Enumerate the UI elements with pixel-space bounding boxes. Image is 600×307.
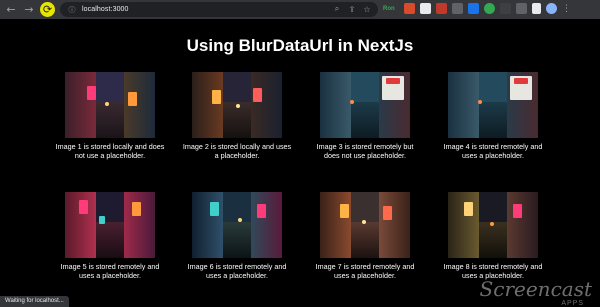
image-caption: Image 7 is stored remotely and uses a pl… <box>315 262 415 280</box>
extension-square-icon[interactable] <box>500 3 511 14</box>
image-card: Image 3 is stored remotely but does not … <box>317 72 413 160</box>
browser-window: ← → ⟳ ⌂ ⓘ localhost:3000 ⌕ ⇪ ☆ Ron ⋮ <box>0 0 600 307</box>
image-card: Image 6 is stored remotely and uses a pl… <box>188 192 286 280</box>
image-card: Image 2 is stored locally and uses a pla… <box>183 72 291 160</box>
puzzle-extensions-icon[interactable] <box>516 3 527 14</box>
image-card: Image 7 is stored remotely and uses a pl… <box>316 192 414 280</box>
extension-label[interactable]: Ron <box>383 6 399 12</box>
image-card: Image 8 is stored remotely and uses a pl… <box>444 192 542 280</box>
image-caption: Image 5 is stored remotely and uses a pl… <box>60 262 160 280</box>
watermark-brand: Screencast <box>479 277 592 301</box>
night-street-photo-5 <box>65 192 155 258</box>
bookmark-star-icon[interactable]: ☆ <box>362 4 372 14</box>
night-street-photo-8 <box>448 192 538 258</box>
extensions-bar: Ron ⋮ <box>383 3 571 14</box>
forward-arrow-icon[interactable]: → <box>22 3 36 17</box>
image-card: Image 4 is stored remotely and uses a pl… <box>444 72 542 160</box>
extension-red-icon[interactable] <box>404 3 415 14</box>
image-card: Image 5 is stored remotely and uses a pl… <box>61 192 159 280</box>
page-title: Using BlurDataUrl in NextJs <box>186 36 414 55</box>
image-caption: Image 2 is stored locally and uses a pla… <box>182 142 292 160</box>
image-caption: Image 6 is stored remotely and uses a pl… <box>187 262 287 280</box>
share-icon[interactable]: ⇪ <box>347 4 357 14</box>
url-text[interactable]: localhost:3000 <box>82 6 129 13</box>
search-icon[interactable]: ⌕ <box>332 4 342 14</box>
image-caption: Image 4 is stored remotely and uses a pl… <box>443 142 543 160</box>
browser-toolbar: ← → ⟳ ⌂ ⓘ localhost:3000 ⌕ ⇪ ☆ Ron ⋮ <box>0 0 600 19</box>
page-content: Using BlurDataUrl in NextJs Image 1 is s… <box>0 19 600 307</box>
extension-gray-icon[interactable] <box>420 3 431 14</box>
extension-pdf-icon[interactable] <box>436 3 447 14</box>
night-street-photo-4 <box>448 72 538 138</box>
image-card: Image 1 is stored locally and does not u… <box>56 72 164 160</box>
address-bar[interactable]: ⓘ localhost:3000 ⌕ ⇪ ☆ <box>60 2 378 17</box>
extension-green-icon[interactable] <box>484 3 495 14</box>
extension-dark-icon[interactable] <box>452 3 463 14</box>
status-bar: Waiting for localhost... <box>0 296 69 307</box>
extension-blue-icon[interactable] <box>468 3 479 14</box>
night-street-photo-7 <box>320 192 410 258</box>
watermark-sub: APPS <box>561 300 584 307</box>
night-street-photo-6 <box>192 192 282 258</box>
profile-avatar-icon[interactable] <box>546 3 557 14</box>
reload-icon[interactable]: ⟳ <box>40 2 55 17</box>
image-caption: Image 1 is stored locally and does not u… <box>55 142 165 160</box>
image-caption: Image 3 is stored remotely but does not … <box>316 142 414 160</box>
night-street-photo-2 <box>192 72 282 138</box>
back-arrow-icon[interactable]: ← <box>4 3 18 17</box>
night-street-photo-3 <box>320 72 410 138</box>
menu-kebab-icon[interactable]: ⋮ <box>562 4 571 14</box>
info-icon[interactable]: ⓘ <box>68 6 76 14</box>
sidebar-icon[interactable] <box>532 3 541 14</box>
night-street-photo-1 <box>65 72 155 138</box>
